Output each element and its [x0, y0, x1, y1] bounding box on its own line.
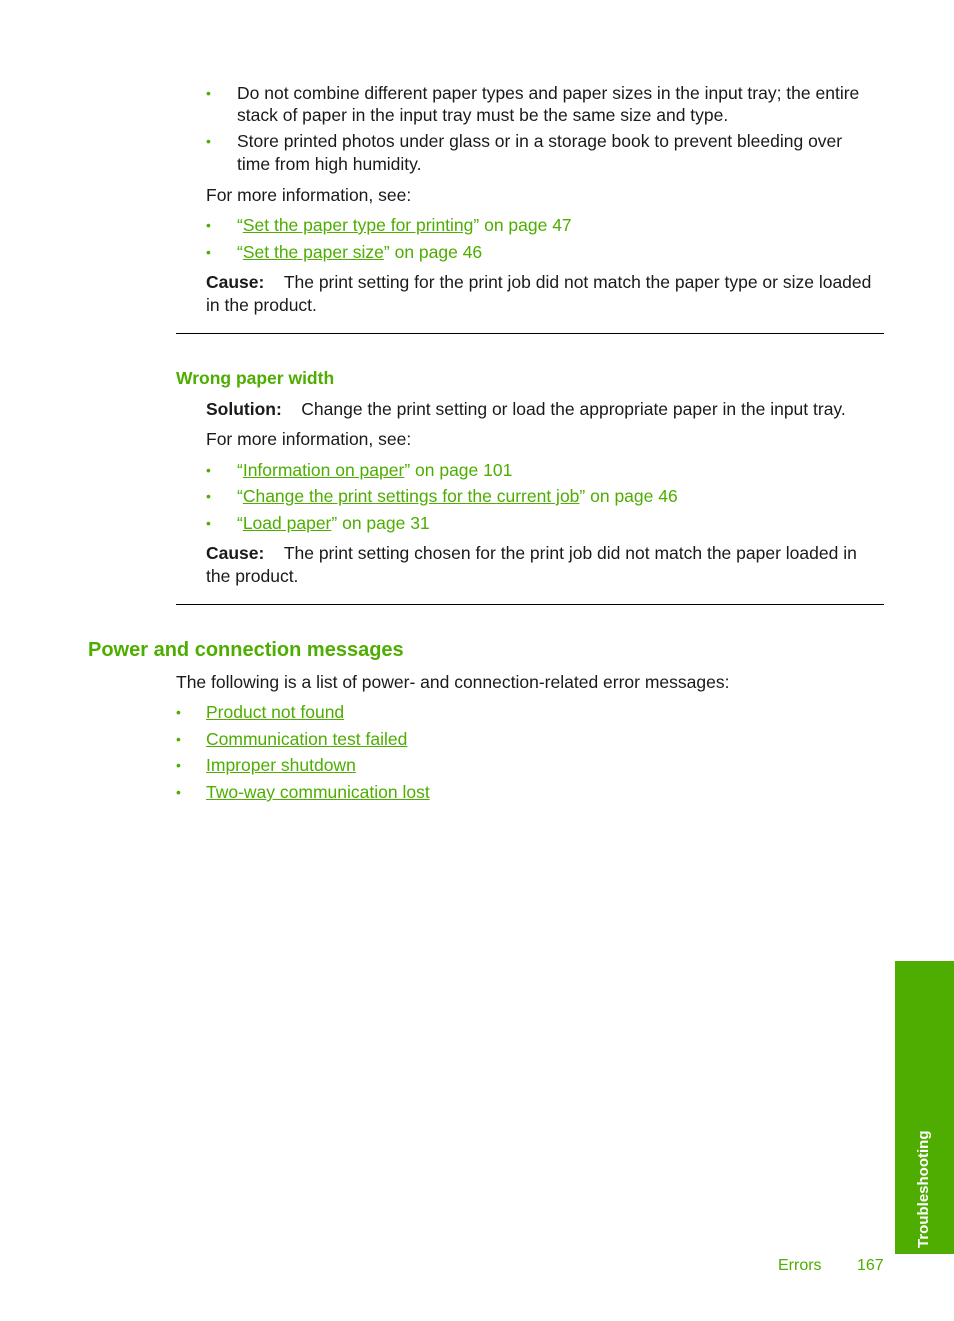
bullet-icon: • [206, 85, 211, 101]
cause-text-cont: in the product. [206, 295, 317, 315]
link-set-paper-size[interactable]: Set the paper size [243, 242, 384, 262]
footer-section-name: Errors [778, 1257, 822, 1274]
solution-label: Solution: [206, 399, 282, 419]
bullet-text: stack of paper in the input tray must be… [237, 105, 729, 125]
bullet-icon: • [206, 244, 211, 260]
bullet-text: Do not combine different paper types and… [237, 83, 860, 103]
cause-text: The print setting chosen for the print j… [283, 543, 857, 563]
link-information-on-paper[interactable]: Information on paper [243, 460, 405, 480]
cause-paragraph: Cause: The print setting for the print j… [206, 271, 871, 293]
cause-label: Cause: [206, 272, 265, 292]
more-info-label: For more information, see: [206, 185, 412, 205]
page-ref: ” on page 46 [579, 486, 678, 506]
chapter-tab-label: Troubleshooting [915, 1130, 932, 1249]
cause-text: The print setting for the print job did … [283, 272, 872, 292]
page-ref: ” on page 101 [404, 460, 513, 480]
solution-paragraph: Solution: Change the print setting or lo… [206, 398, 846, 420]
bullet-icon: • [176, 757, 181, 773]
bullet-icon: • [176, 731, 181, 747]
page-ref: ” on page 46 [383, 242, 483, 262]
section-heading: Wrong paper width [176, 368, 335, 388]
cause-label: Cause: [206, 543, 265, 563]
link-product-not-found[interactable]: Product not found [206, 701, 344, 723]
solution-text: Change the print setting or load the app… [301, 399, 846, 419]
cause-paragraph: Cause: The print setting chosen for the … [206, 542, 857, 564]
bullet-icon: • [206, 462, 211, 478]
page-number: 167 [857, 1257, 884, 1274]
divider [176, 604, 884, 605]
link-improper-shutdown[interactable]: Improper shutdown [206, 754, 356, 776]
link-change-print-settings[interactable]: Change the print settings for the curren… [243, 486, 580, 506]
divider [176, 333, 884, 334]
reference-item: “Set the paper type for printing” on pag… [237, 214, 572, 236]
reference-item: “Set the paper size” on page 46 [237, 241, 482, 263]
intro-text: The following is a list of power- and co… [176, 672, 730, 692]
bullet-text: time from high humidity. [237, 154, 422, 174]
reference-item: “Change the print settings for the curre… [237, 485, 678, 507]
link-load-paper[interactable]: Load paper [243, 513, 332, 533]
link-communication-test-failed[interactable]: Communication test failed [206, 728, 407, 750]
bullet-icon: • [206, 488, 211, 504]
bullet-icon: • [206, 133, 211, 149]
page-ref: ” on page 31 [331, 513, 430, 533]
bullet-icon: • [206, 217, 211, 233]
cause-text-cont: the product. [206, 566, 299, 586]
bullet-icon: • [176, 704, 181, 720]
bullet-icon: • [206, 515, 211, 531]
bullet-text: Store printed photos under glass or in a… [237, 131, 843, 151]
page-ref: ” on page 47 [473, 215, 572, 235]
reference-item: “Load paper” on page 31 [237, 512, 430, 534]
link-two-way-communication-lost[interactable]: Two-way communication lost [206, 781, 430, 803]
section-heading: Power and connection messages [88, 639, 404, 661]
bullet-icon: • [176, 784, 181, 800]
link-set-paper-type[interactable]: Set the paper type for printing [243, 215, 474, 235]
reference-item: “Information on paper” on page 101 [237, 459, 512, 481]
more-info-label: For more information, see: [206, 429, 412, 449]
chapter-tab: Troubleshooting [895, 961, 954, 1254]
